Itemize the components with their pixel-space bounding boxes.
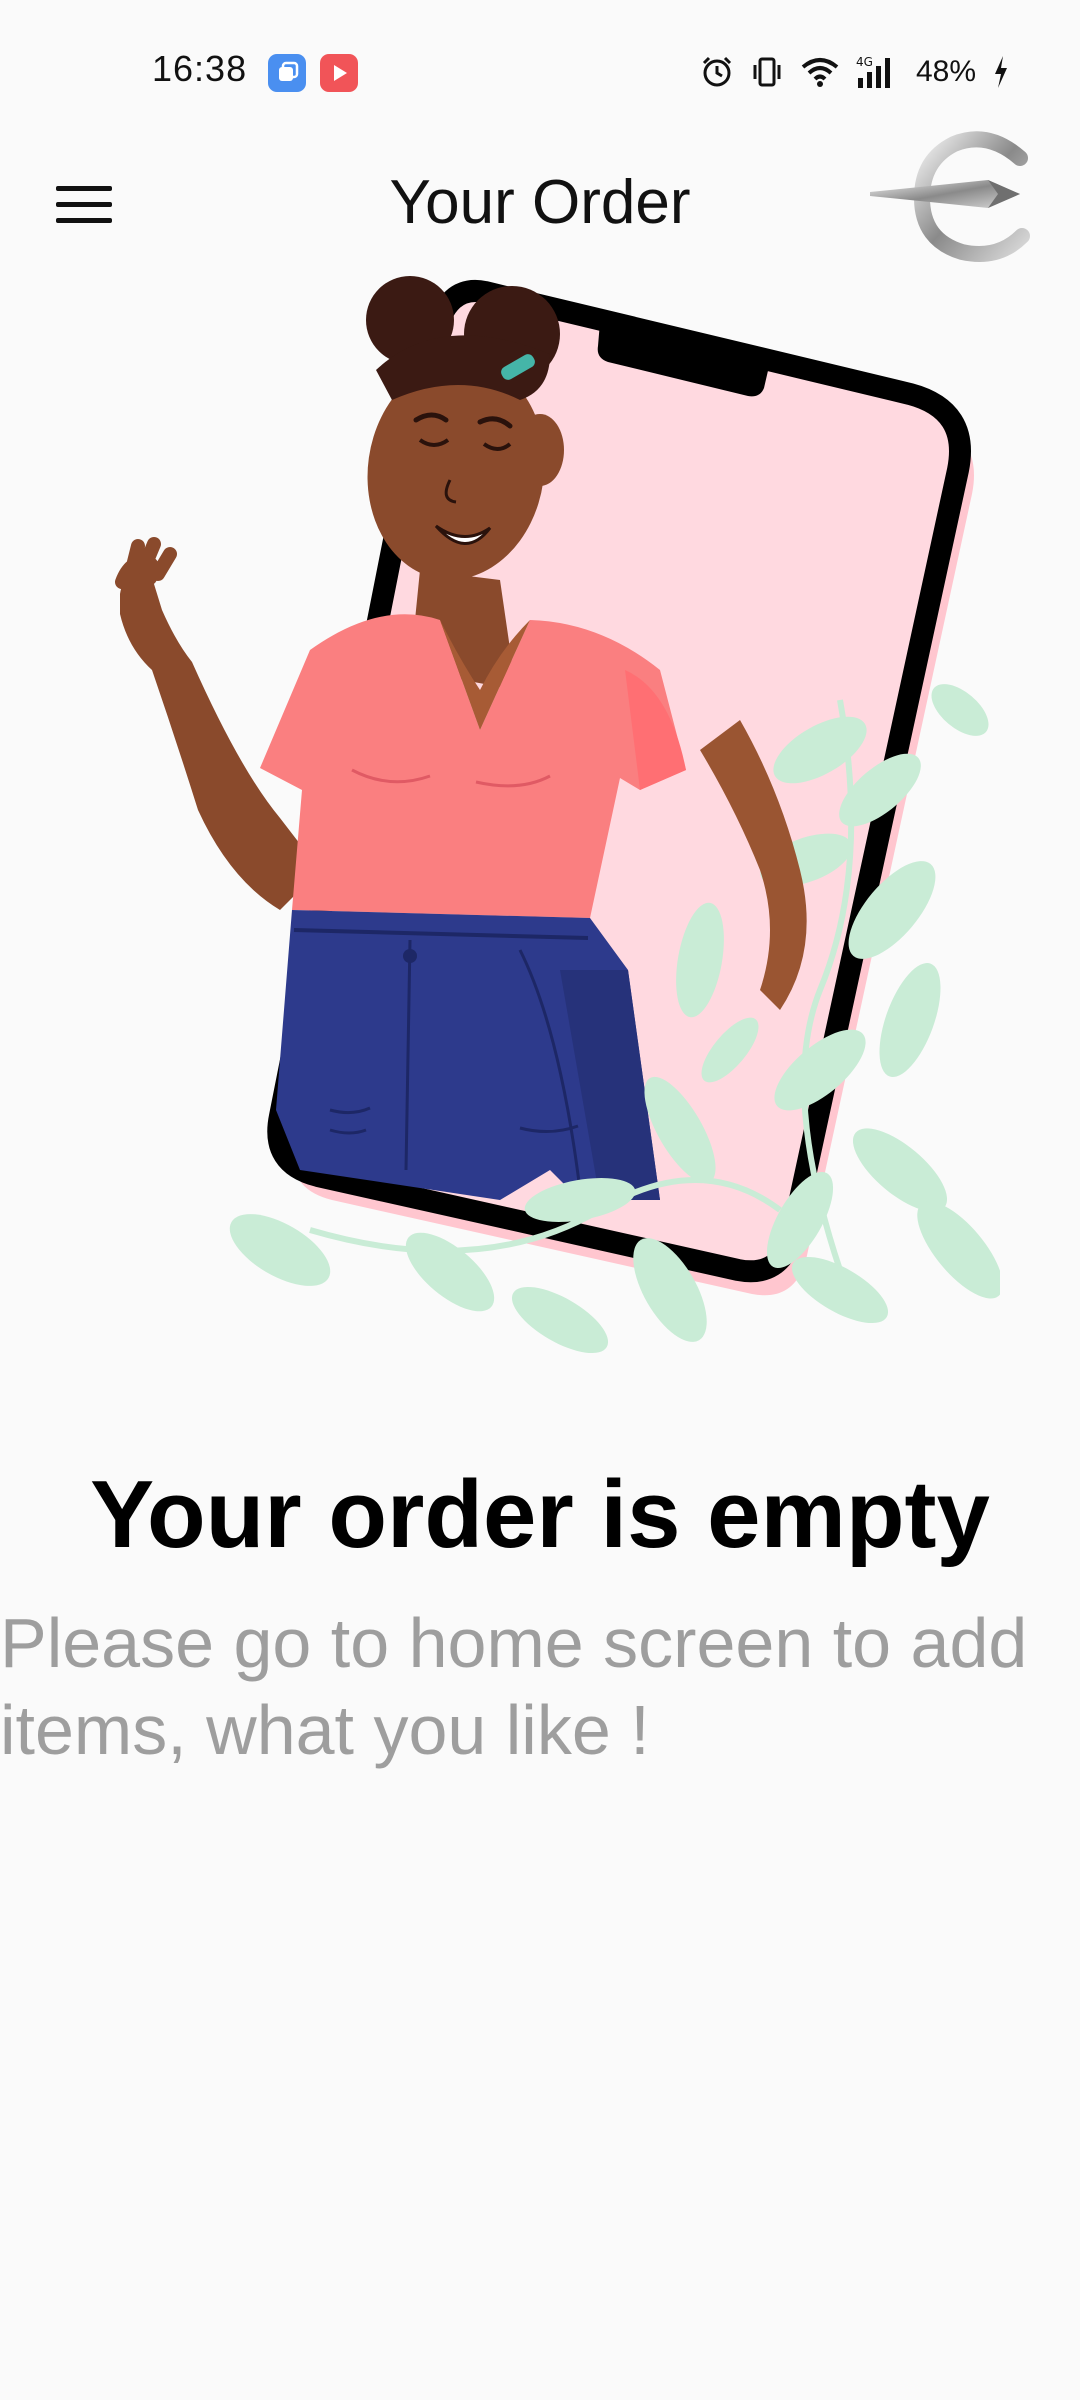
app-notification-icon: [268, 54, 306, 92]
status-icons: 4G 48%: [700, 50, 1010, 94]
youtube-notification-icon: [320, 54, 358, 92]
wifi-icon: [801, 58, 839, 87]
vibrate-icon: [753, 57, 781, 87]
empty-order-message: Please go to home screen to add items, w…: [0, 1604, 1028, 1769]
empty-order-illustration: [115, 276, 1000, 1354]
empty-order-title: Your order is empty: [90, 1461, 990, 1568]
battery-charging-icon: [995, 56, 1007, 88]
signal-4g-icon: 4G: [856, 55, 890, 88]
status-time: 16:38: [152, 48, 248, 89]
alarm-icon: [702, 56, 732, 87]
order-screen: 16:38 4G 48% Your Order Your order is em…: [0, 0, 1080, 2400]
status-bar: 16:38 4G 48%: [0, 0, 1080, 140]
brand-logo-icon: [870, 131, 1030, 262]
svg-text:4G: 4G: [856, 55, 873, 69]
battery-percentage: 48%: [915, 55, 976, 88]
app-bar: Your Order: [0, 131, 1080, 270]
